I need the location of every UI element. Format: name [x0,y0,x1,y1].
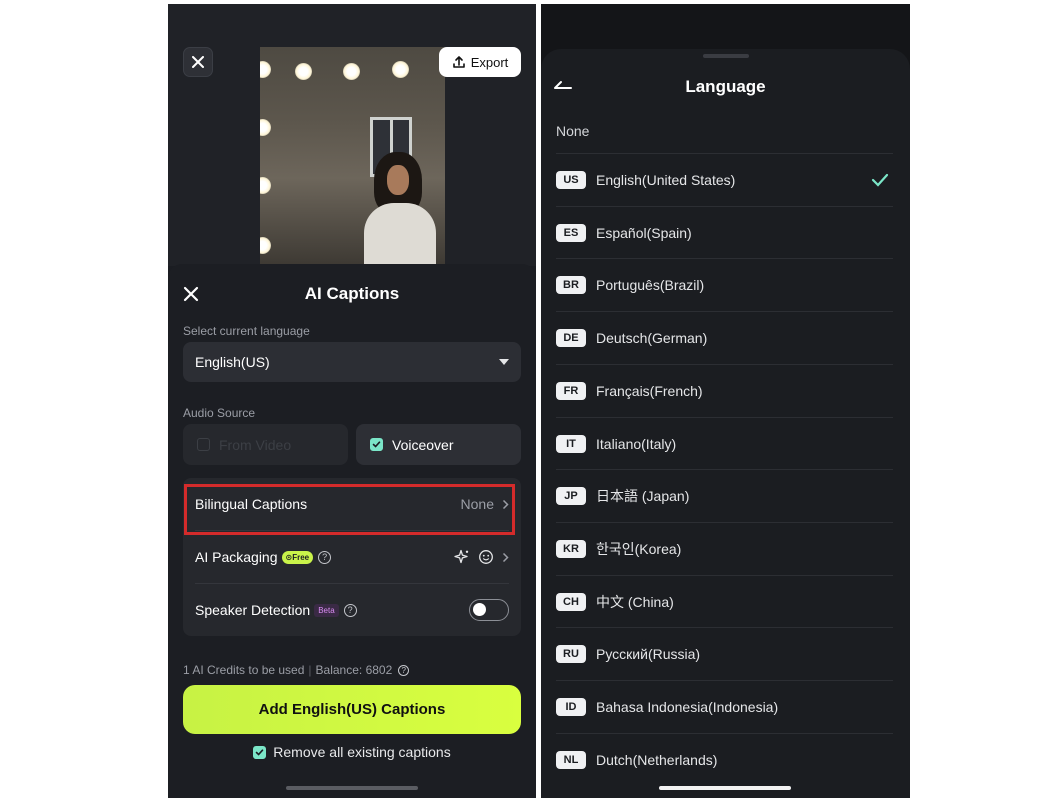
language-code-badge: NL [556,750,586,769]
language-code-badge: RU [556,645,586,664]
language-name: Deutsch(German) [596,330,708,347]
language-code-badge: KR [556,539,586,558]
sheet-title: AI Captions [304,284,400,303]
language-name: Español(Spain) [596,224,692,241]
ai-captions-screen: Export AI Captions Select current langua… [168,4,536,798]
audio-source-label: Audio Source [183,406,256,420]
speaker-detection-row: Speaker Detection Beta ? [183,584,521,636]
language-option-fr[interactable]: FR Français(French) [556,363,893,417]
emoji-sticker-icon[interactable] [478,549,494,565]
close-icon [192,56,204,68]
remove-existing-captions-option[interactable]: Remove all existing captions [168,744,536,760]
home-indicator [286,786,418,790]
export-label: Export [470,54,509,70]
language-option-kr[interactable]: KR 한국인(Korea) [556,521,893,575]
language-code-badge: DE [556,329,586,348]
language-option-de[interactable]: DE Deutsch(German) [556,311,893,364]
select-language-label: Select current language [183,324,310,338]
ai-packaging-label: AI Packaging [195,549,278,565]
beta-badge: Beta [314,603,339,617]
help-icon[interactable]: ? [343,603,357,617]
checkmark-icon [871,173,889,187]
checkbox-icon [197,438,210,451]
ai-packaging-row[interactable]: AI Packaging ⊙ Free ? [183,531,521,583]
checkbox-checked-icon [370,438,383,451]
close-editor-button[interactable] [183,47,213,77]
language-code-badge: IT [556,434,586,453]
drag-handle[interactable] [703,54,749,58]
language-option-us[interactable]: US English(United States) [556,153,893,206]
speaker-detection-toggle[interactable] [469,599,509,621]
credits-text: 1 AI Credits to be used [183,663,305,677]
video-thumbnail [260,47,445,266]
video-preview-area: Export [168,4,536,266]
free-badge: ⊙ Free [281,550,314,564]
language-name: Dutch(Netherlands) [596,751,718,768]
language-option-id[interactable]: ID Bahasa Indonesia(Indonesia) [556,680,893,733]
language-name: 中文 (China) [596,593,674,610]
dropdown-value: English(US) [195,354,270,370]
language-option-it[interactable]: IT Italiano(Italy) [556,416,893,470]
audio-source-voiceover[interactable]: Voiceover [356,424,521,465]
checkbox-checked-icon [253,745,267,759]
audio-source-label-voiceover: Voiceover [392,436,454,453]
caret-down-icon [499,359,509,365]
language-option-br[interactable]: BR Português(Brazil) [556,258,893,311]
language-dropdown[interactable]: English(US) [183,342,521,382]
language-code-badge: JP [556,487,586,506]
upload-icon [452,56,465,68]
language-option-none[interactable]: None [556,123,589,139]
audio-source-from-video[interactable]: From Video [183,424,348,465]
highlight-box [184,484,515,535]
remove-captions-label: Remove all existing captions [273,744,451,760]
language-screen: Language None US English(United States) ES… [541,4,910,798]
chevron-right-icon [502,552,509,562]
balance-text: Balance: 6802 [315,663,393,677]
language-name: Français(French) [596,382,703,399]
export-button[interactable]: Export [439,47,521,77]
speaker-detection-label: Speaker Detection [195,602,311,618]
language-name: 한국인(Korea) [596,540,682,557]
language-option-jp[interactable]: JP 日本語 (Japan) [556,469,893,522]
language-name: English(United States) [596,172,736,188]
language-code-badge: BR [556,276,586,295]
add-captions-button[interactable]: Add English(US) Captions [183,685,521,734]
language-title: Language [685,77,766,96]
language-name: Português(Brazil) [596,277,705,294]
language-name: Bahasa Indonesia(Indonesia) [596,699,779,715]
audio-source-label-from-video: From Video [219,436,292,453]
language-option-ru[interactable]: RU Русский(Russia) [556,627,893,680]
credits-info: 1 AI Credits to be used | Balance: 6802 … [183,663,410,677]
language-code-badge: CH [556,592,586,611]
language-code-badge: US [556,171,586,189]
sparkle-icon[interactable] [454,549,470,565]
language-name: Русский(Russia) [596,646,701,663]
ai-captions-sheet: AI Captions Select current language Engl… [168,264,536,798]
language-option-ch[interactable]: CH 中文 (China) [556,574,893,628]
language-option-nl[interactable]: NL Dutch(Netherlands) [556,732,893,786]
language-code-badge: FR [556,381,586,400]
info-icon[interactable]: ? [398,664,410,676]
help-icon[interactable]: ? [318,550,332,564]
home-indicator [659,786,791,790]
language-code-badge: ES [556,223,586,242]
language-name: Italiano(Italy) [596,435,677,452]
language-code-badge: ID [556,698,586,716]
language-option-es[interactable]: ES Español(Spain) [556,205,893,259]
language-name: 日本語 (Japan) [596,488,690,505]
